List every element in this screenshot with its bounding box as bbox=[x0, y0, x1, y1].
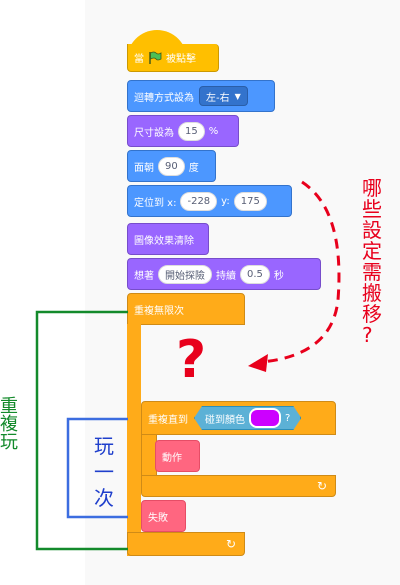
which-settings-char: 需 bbox=[362, 260, 382, 284]
missing-marker: ? bbox=[176, 330, 207, 390]
play-once-char: 玩 bbox=[94, 434, 114, 458]
play-once-char: 一 bbox=[94, 460, 114, 484]
which-settings-char: 哪 bbox=[362, 176, 382, 200]
annotation-overlay bbox=[35, 180, 341, 551]
red-arrowhead bbox=[248, 354, 268, 372]
which-settings-char: 些 bbox=[362, 197, 382, 221]
which-settings-char: 移 bbox=[362, 302, 382, 326]
which-settings-char: 搬 bbox=[362, 281, 382, 305]
repeat-play-label: 重 複 玩 bbox=[0, 398, 18, 453]
red-dashed-arrow bbox=[261, 180, 341, 364]
which-settings-char: 設 bbox=[362, 218, 382, 242]
which-settings-char: ? bbox=[362, 323, 373, 347]
repeat-play-bracket bbox=[35, 310, 128, 551]
play-once-label: 玩 一 次 bbox=[94, 433, 114, 511]
which-settings-label: 哪 些 設 定 需 搬 移 ? bbox=[362, 178, 382, 346]
play-once-char: 次 bbox=[94, 486, 114, 510]
repeat-play-char: 玩 bbox=[0, 432, 18, 453]
which-settings-char: 定 bbox=[362, 239, 382, 263]
